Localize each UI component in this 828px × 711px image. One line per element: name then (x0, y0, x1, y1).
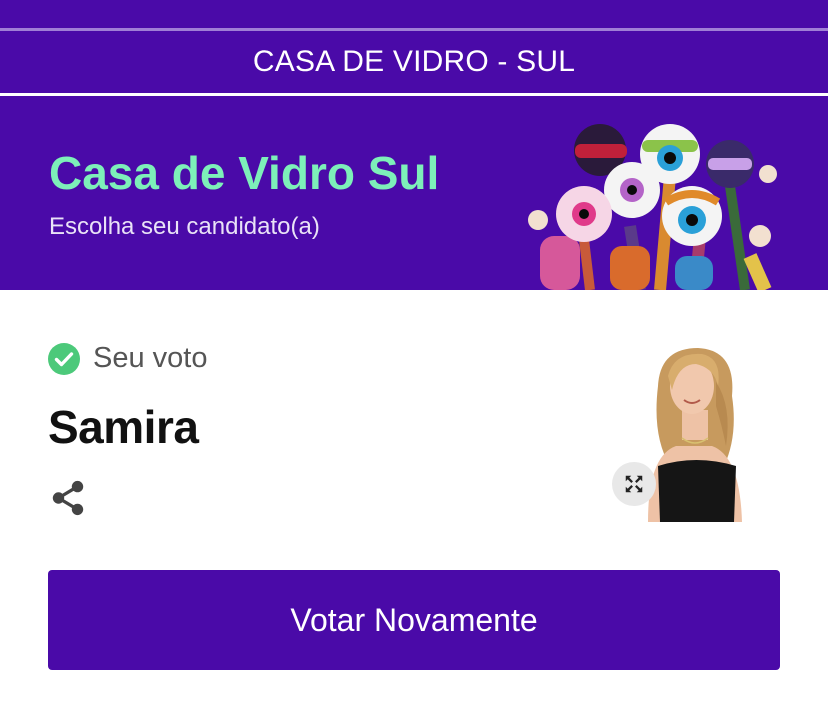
section-title: CASA DE VIDRO - SUL (252, 45, 576, 78)
share-icon (52, 480, 84, 516)
hero-banner: Casa de Vidro Sul Escolha seu candidato(… (0, 96, 828, 290)
expand-photo-button[interactable] (612, 462, 656, 506)
check-circle-icon (48, 342, 80, 375)
mascots-illustration (528, 124, 777, 290)
candidate-name: Samira (48, 401, 199, 453)
vote-status: Seu voto (48, 342, 207, 375)
share-button[interactable] (48, 478, 88, 518)
expand-icon (625, 475, 643, 493)
vote-card: Seu voto Samira (0, 290, 828, 570)
vote-again-button[interactable]: Votar Novamente (48, 570, 780, 670)
hero-subtitle: Escolha seu candidato(a) (49, 213, 320, 240)
top-strip (0, 0, 828, 28)
hero-title: Casa de Vidro Sul (49, 147, 440, 199)
vote-status-label: Seu voto (93, 342, 208, 374)
section-header: CASA DE VIDRO - SUL (0, 31, 828, 93)
